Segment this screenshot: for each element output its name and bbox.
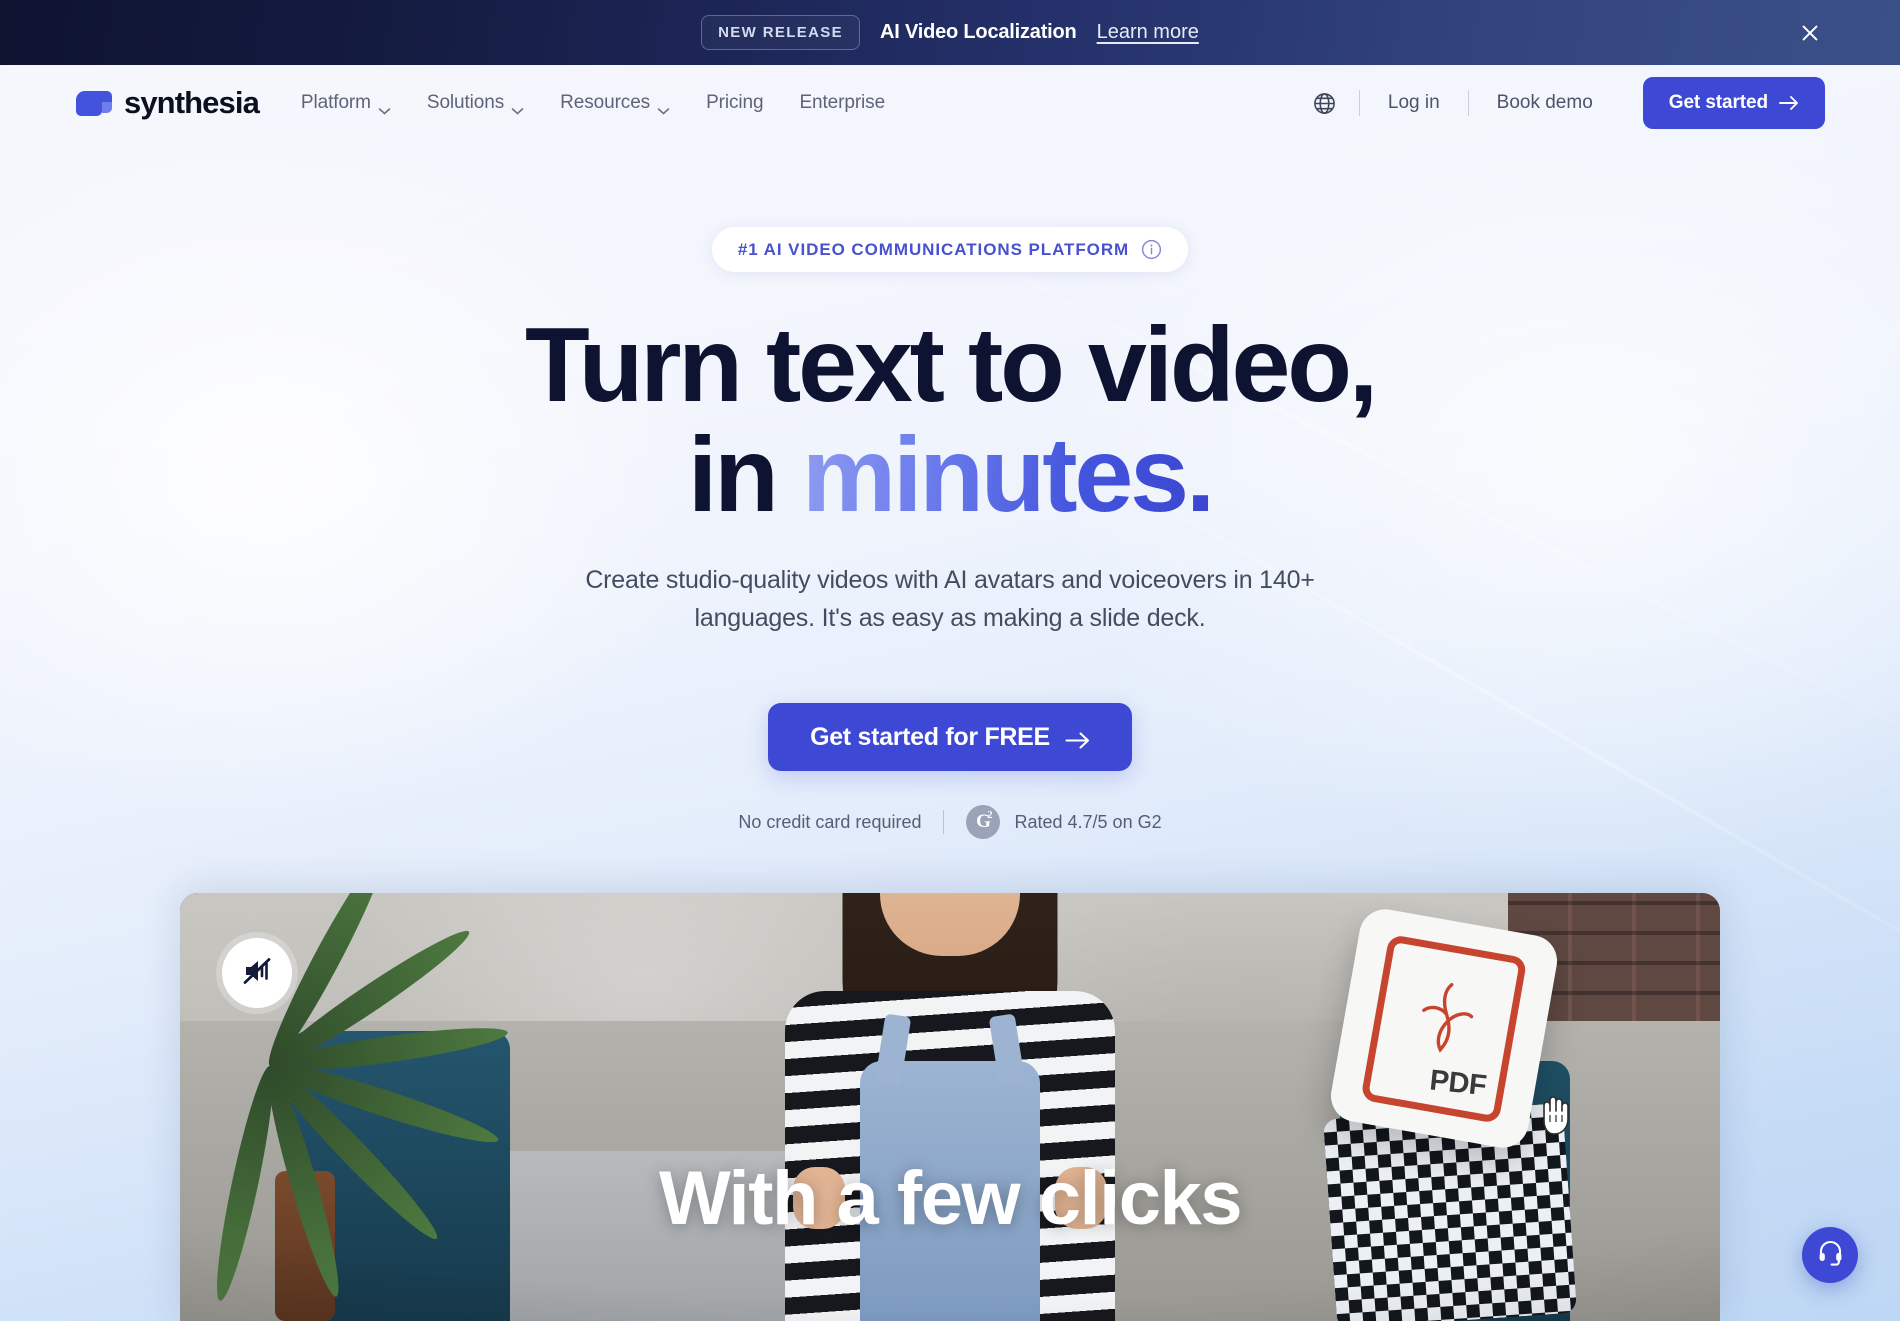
hero-subheading: Create studio-quality videos with AI ava… bbox=[585, 566, 1315, 632]
headline-accent-word: minutes. bbox=[801, 416, 1215, 535]
pdf-icon: PDF bbox=[1360, 933, 1528, 1124]
chevron-down-icon bbox=[511, 99, 524, 115]
info-icon[interactable] bbox=[1141, 239, 1162, 260]
nav-item-resources[interactable]: Resources bbox=[560, 92, 670, 115]
hero-video-player[interactable]: With a few clicks PDF bbox=[180, 893, 1720, 1321]
video-caption: With a few clicks bbox=[658, 1156, 1243, 1241]
new-release-badge: NEW RELEASE bbox=[701, 15, 860, 50]
mute-toggle-button[interactable] bbox=[222, 938, 292, 1008]
headline-line-2-prefix: in bbox=[687, 416, 802, 535]
g2-rating-label: Rated 4.7/5 on G2 bbox=[1014, 811, 1162, 832]
globe-icon[interactable] bbox=[1290, 91, 1359, 116]
close-icon[interactable] bbox=[1795, 18, 1825, 48]
grabbing-hand-cursor-icon bbox=[1536, 1091, 1578, 1137]
announcement-bar: NEW RELEASE AI Video Localization Learn … bbox=[0, 0, 1900, 65]
g2-logo-icon: G2 bbox=[966, 805, 1001, 840]
nav-links: Platform Solutions Resources Pricing Ent… bbox=[300, 92, 885, 115]
trust-divider bbox=[943, 810, 945, 835]
pdf-label: PDF bbox=[1427, 1063, 1488, 1102]
speaker-muted-icon bbox=[241, 955, 273, 992]
platform-badge-label: #1 AI VIDEO COMMUNICATIONS PLATFORM bbox=[737, 239, 1130, 259]
nav-item-label: Enterprise bbox=[799, 92, 886, 113]
announcement-title: AI Video Localization bbox=[880, 21, 1077, 43]
page-title: Turn text to video, in minutes. bbox=[0, 310, 1900, 530]
headset-icon bbox=[1817, 1239, 1844, 1271]
login-link[interactable]: Log in bbox=[1360, 92, 1468, 114]
arrow-right-icon bbox=[1779, 95, 1799, 111]
chevron-down-icon bbox=[378, 99, 391, 115]
pdf-swirl-icon bbox=[1408, 973, 1483, 1063]
hero-section: synthesia Platform Solutions Resources P… bbox=[0, 65, 1900, 1321]
nav-actions: Log in Book demo Get started bbox=[1290, 77, 1825, 129]
pdf-file-card[interactable]: PDF bbox=[1326, 905, 1562, 1152]
support-chat-button[interactable] bbox=[1802, 1227, 1858, 1283]
get-started-button[interactable]: Get started bbox=[1642, 77, 1825, 129]
nav-item-solutions[interactable]: Solutions bbox=[426, 92, 524, 115]
nav-item-enterprise[interactable]: Enterprise bbox=[799, 92, 885, 114]
nav-item-label: Pricing bbox=[706, 92, 764, 113]
get-started-label: Get started bbox=[1668, 92, 1768, 113]
main-navigation: synthesia Platform Solutions Resources P… bbox=[0, 65, 1900, 141]
hero-content: #1 AI VIDEO COMMUNICATIONS PLATFORM Turn… bbox=[0, 141, 1900, 840]
get-started-free-button[interactable]: Get started for FREE bbox=[768, 703, 1132, 772]
nav-item-label: Solutions bbox=[426, 92, 505, 113]
arrow-right-icon bbox=[1065, 728, 1090, 749]
trust-row: No credit card required G2 Rated 4.7/5 o… bbox=[0, 805, 1900, 840]
nav-item-label: Platform bbox=[300, 92, 371, 113]
headline-line-1: Turn text to video, bbox=[524, 306, 1378, 424]
announcement-learn-more-link[interactable]: Learn more bbox=[1097, 21, 1199, 44]
g2-rating[interactable]: G2 Rated 4.7/5 on G2 bbox=[966, 805, 1162, 840]
nav-item-label: Resources bbox=[560, 92, 651, 113]
synthesia-logo[interactable]: synthesia bbox=[75, 85, 260, 121]
platform-badge[interactable]: #1 AI VIDEO COMMUNICATIONS PLATFORM bbox=[711, 227, 1189, 272]
announcement-content: NEW RELEASE AI Video Localization Learn … bbox=[701, 15, 1199, 50]
chevron-down-icon bbox=[657, 99, 670, 115]
nav-item-pricing[interactable]: Pricing bbox=[706, 92, 763, 114]
book-demo-link[interactable]: Book demo bbox=[1469, 92, 1621, 114]
synthesia-wordmark: synthesia bbox=[124, 85, 260, 120]
no-credit-card-text: No credit card required bbox=[738, 811, 922, 832]
synthesia-logo-icon bbox=[75, 89, 113, 117]
nav-item-platform[interactable]: Platform bbox=[300, 92, 391, 115]
cta-label: Get started for FREE bbox=[810, 722, 1050, 751]
